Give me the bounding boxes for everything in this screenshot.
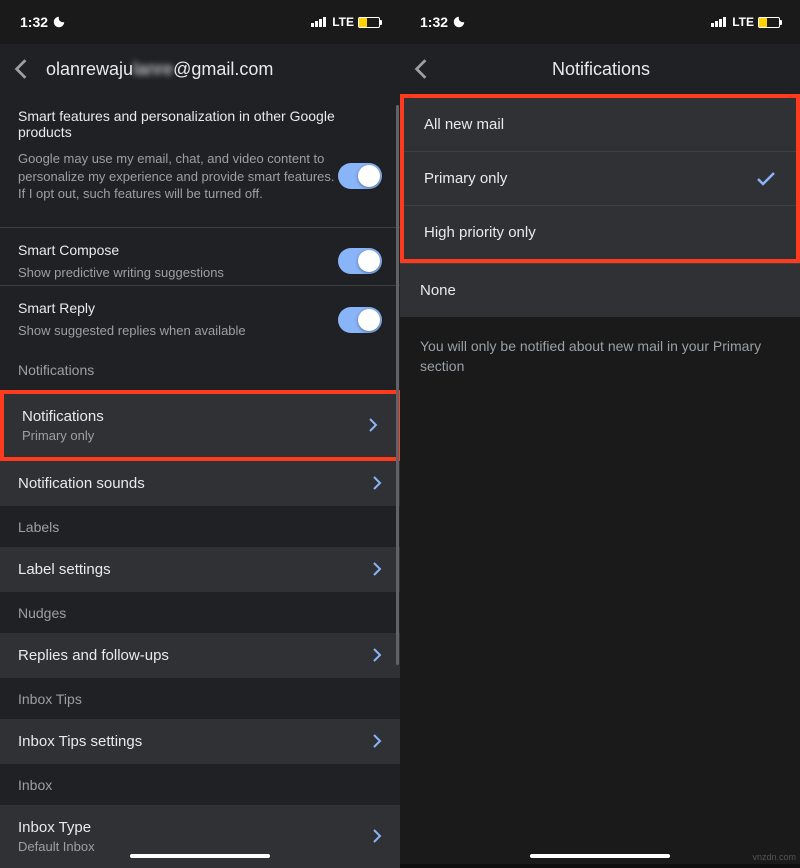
smart-features-section: Smart features and personalization in ot… [0, 94, 400, 227]
smart-reply-row[interactable]: Smart Reply Show suggested replies when … [0, 286, 400, 350]
smart-reply-toggle[interactable] [338, 307, 382, 333]
smart-features-desc: Google may use my email, chat, and video… [18, 150, 338, 203]
status-time: 1:32 [20, 14, 48, 30]
home-indicator[interactable] [130, 854, 270, 858]
section-header-notifications: Notifications [0, 350, 400, 390]
smart-compose-toggle[interactable] [338, 248, 382, 274]
chevron-right-icon [368, 417, 378, 433]
battery-icon [358, 17, 380, 28]
status-right: LTE [711, 15, 780, 29]
option-label: All new mail [424, 116, 504, 133]
section-header-nudges: Nudges [0, 593, 400, 633]
status-time: 1:32 [420, 14, 448, 30]
status-bar: 1:32 LTE [400, 0, 800, 44]
label-settings-row[interactable]: Label settings [0, 547, 400, 593]
section-header-inbox-tips: Inbox Tips [0, 679, 400, 719]
back-icon[interactable] [14, 58, 28, 80]
watermark: vnzdn.com [752, 852, 796, 862]
smart-compose-title: Smart Compose [18, 242, 328, 258]
smart-compose-row[interactable]: Smart Compose Show predictive writing su… [0, 228, 400, 286]
status-left: 1:32 [20, 14, 66, 30]
check-icon [756, 171, 776, 187]
smart-features-toggle[interactable] [338, 163, 382, 189]
right-phone: 1:32 LTE Notifications All new mail Prim… [400, 0, 800, 864]
option-label: None [420, 282, 456, 299]
notification-sounds-row[interactable]: Notification sounds [0, 461, 400, 507]
chevron-right-icon [372, 828, 382, 844]
signal-icon [311, 17, 326, 27]
moon-icon [452, 15, 466, 29]
smart-reply-title: Smart Reply [18, 300, 328, 316]
option-primary-only[interactable]: Primary only [404, 152, 796, 205]
section-header-inbox: Inbox [0, 765, 400, 805]
network-label: LTE [732, 15, 754, 29]
nav-header: olanrewajulanre@gmail.com [0, 44, 400, 94]
inbox-type-title: Inbox Type [18, 819, 95, 836]
notification-sounds-title: Notification sounds [18, 475, 145, 492]
section-header-labels: Labels [0, 507, 400, 547]
label-settings-title: Label settings [18, 561, 111, 578]
left-phone: 1:32 LTE olanrewajulanre@gmail.com Smart… [0, 0, 400, 864]
notifications-sub: Primary only [22, 428, 104, 443]
option-label: High priority only [424, 224, 536, 241]
status-left: 1:32 [420, 14, 466, 30]
moon-icon [52, 15, 66, 29]
account-email: olanrewajulanre@gmail.com [46, 59, 273, 80]
option-label: Primary only [424, 170, 507, 187]
smart-reply-desc: Show suggested replies when available [18, 322, 328, 340]
home-indicator[interactable] [530, 854, 670, 858]
chevron-right-icon [372, 733, 382, 749]
inbox-tips-settings-row[interactable]: Inbox Tips settings [0, 719, 400, 765]
inbox-type-row[interactable]: Inbox Type Default Inbox [0, 805, 400, 868]
replies-followups-row[interactable]: Replies and follow-ups [0, 633, 400, 679]
page-title: Notifications [416, 59, 786, 80]
notifications-row[interactable]: Notifications Primary only [4, 394, 396, 457]
option-high-priority[interactable]: High priority only [404, 206, 796, 259]
chevron-right-icon [372, 561, 382, 577]
network-label: LTE [332, 15, 354, 29]
option-all-new-mail[interactable]: All new mail [404, 98, 796, 151]
status-bar: 1:32 LTE [0, 0, 400, 44]
status-right: LTE [311, 15, 380, 29]
replies-followups-title: Replies and follow-ups [18, 647, 169, 664]
inbox-type-sub: Default Inbox [18, 839, 95, 854]
battery-icon [758, 17, 780, 28]
highlight-notifications: Notifications Primary only [0, 390, 400, 461]
scroll-indicator[interactable] [396, 105, 399, 665]
smart-features-title: Smart features and personalization in ot… [18, 108, 382, 140]
inbox-tips-settings-title: Inbox Tips settings [18, 733, 142, 750]
chevron-right-icon [372, 647, 382, 663]
nav-header: Notifications [400, 44, 800, 94]
notifications-title: Notifications [22, 408, 104, 425]
footer-text: You will only be notified about new mail… [400, 317, 800, 396]
smart-compose-desc: Show predictive writing suggestions [18, 264, 328, 282]
signal-icon [711, 17, 726, 27]
option-none[interactable]: None [400, 264, 800, 317]
highlight-options: All new mail Primary only High priority … [400, 94, 800, 263]
chevron-right-icon [372, 475, 382, 491]
